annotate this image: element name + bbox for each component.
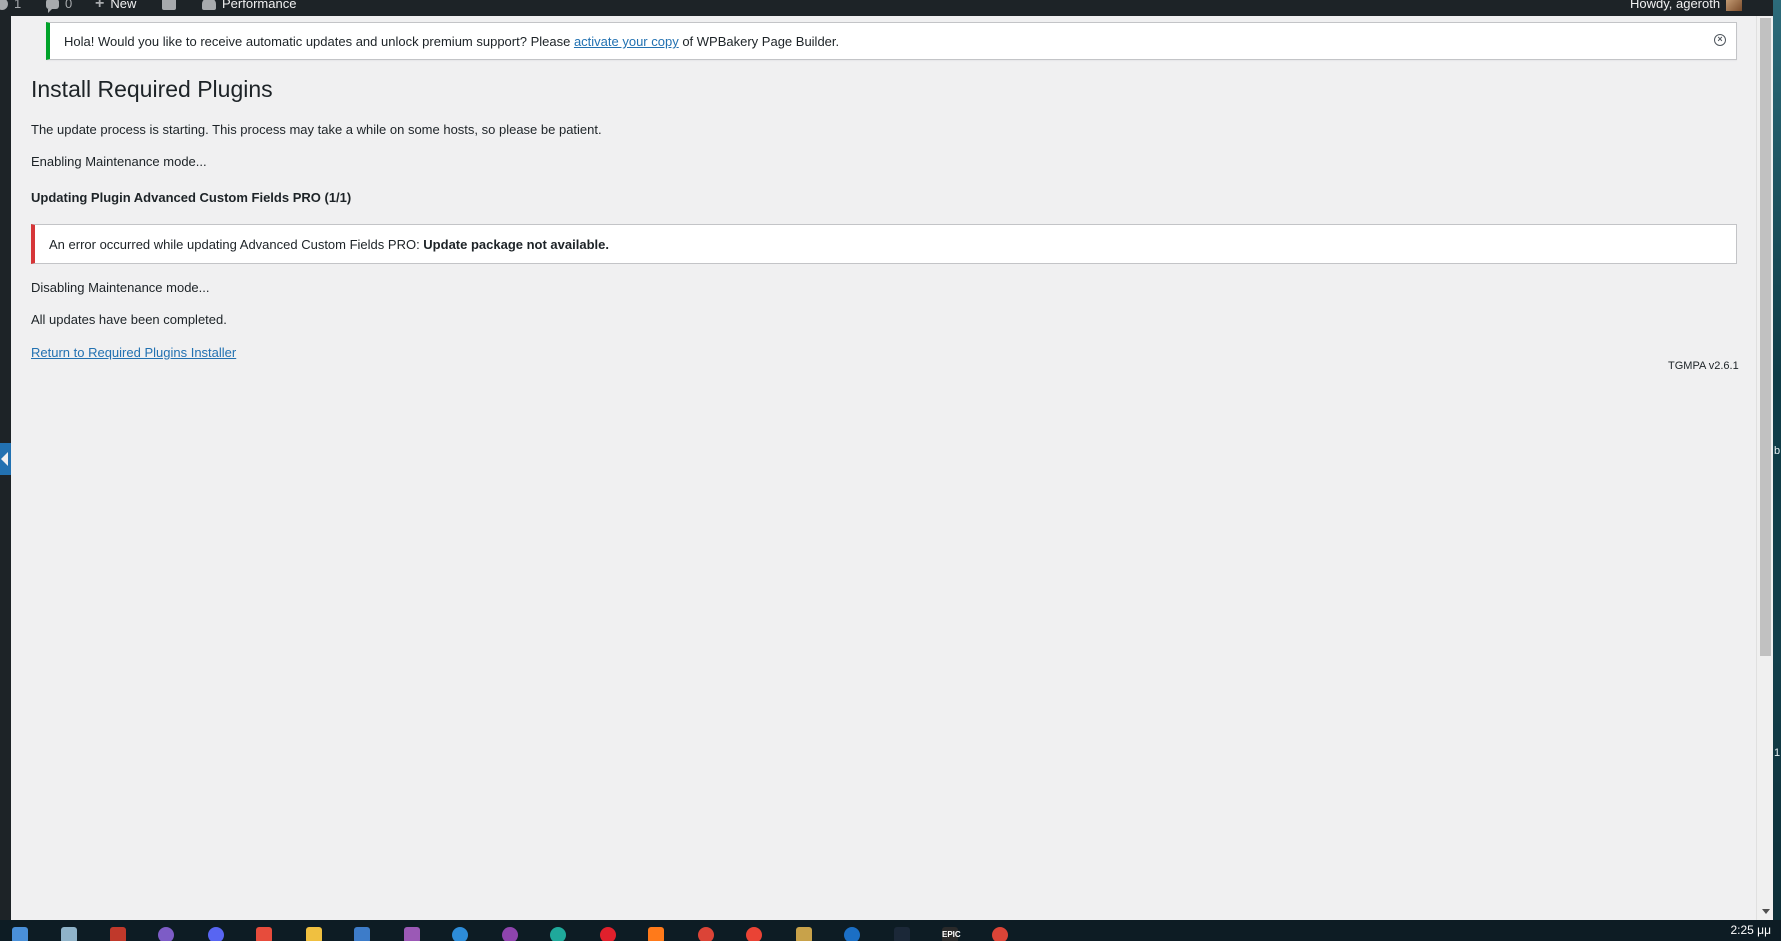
admin-bar-performance[interactable]: Performance — [202, 0, 296, 12]
podcast-icon[interactable] — [502, 927, 518, 941]
updates-count: 1 — [14, 0, 22, 11]
updates-icon — [0, 0, 8, 10]
performance-icon — [202, 0, 216, 10]
browser-window: 1 0 + New Performance Howdy, ageroth Hol… — [0, 0, 1773, 920]
network-icon[interactable] — [354, 927, 370, 941]
start-icon[interactable] — [12, 927, 28, 941]
admin-bar: 1 0 + New Performance Howdy, ageroth — [0, 0, 1773, 16]
edge-icon[interactable] — [550, 927, 566, 941]
desktop-background: b 1. — [1773, 0, 1781, 941]
admin-bar-comments[interactable]: 0 — [46, 0, 73, 13]
admin-bar-updates[interactable]: 1 — [0, 0, 21, 12]
tgmpa-version: TGMPA v2.6.1 — [1668, 360, 1739, 372]
notice-text-end: of WPBakery Page Builder. — [678, 34, 840, 49]
updating-heading: Updating Plugin Advanced Custom Fields P… — [31, 190, 352, 205]
discord-icon[interactable] — [208, 927, 224, 941]
chrome-icon[interactable] — [698, 927, 714, 941]
error-message: An error occurred while updating Advance… — [49, 237, 609, 252]
mail-icon[interactable] — [452, 927, 468, 941]
status-completed: All updates have been completed. — [31, 312, 227, 327]
yoast-icon — [162, 0, 176, 10]
chrome-2-icon[interactable] — [746, 927, 762, 941]
clock[interactable]: 2:25 μμ — [1730, 923, 1771, 937]
comments-count: 0 — [65, 0, 73, 11]
chrome-3-icon[interactable] — [992, 927, 1008, 941]
return-link[interactable]: Return to Required Plugins Installer — [31, 345, 236, 360]
scroll-down-icon[interactable] — [1762, 909, 1770, 914]
error-notice: An error occurred while updating Advance… — [31, 224, 1737, 264]
scrollbar-thumb[interactable] — [1760, 18, 1771, 656]
error-strong: Update package not available. — [423, 237, 609, 252]
firefox-icon[interactable] — [648, 927, 664, 941]
status-disabling: Disabling Maintenance mode... — [31, 280, 210, 295]
admin-bar-account[interactable]: Howdy, ageroth — [1630, 0, 1743, 12]
notice-message: Hola! Would you like to receive automati… — [64, 34, 839, 49]
comments-icon — [46, 0, 59, 13]
dismiss-icon[interactable]: × — [1714, 34, 1726, 46]
opera-icon[interactable] — [600, 927, 616, 941]
wpbakery-notice: Hola! Would you like to receive automati… — [46, 22, 1737, 60]
edge-2-icon[interactable] — [844, 927, 860, 941]
epic-icon[interactable]: EPIC — [942, 927, 961, 941]
status-enabling: Enabling Maintenance mode... — [31, 154, 207, 169]
admin-bar-new[interactable]: + New — [95, 0, 136, 12]
taskbar: EPIC 2:25 μμ — [0, 920, 1781, 941]
error-text: An error occurred while updating Advance… — [49, 237, 424, 252]
page-title: Install Required Plugins — [31, 76, 273, 102]
scrollbar[interactable] — [1756, 16, 1773, 920]
game-icon[interactable] — [796, 927, 812, 941]
tool-icon[interactable] — [110, 927, 126, 941]
app-red-icon[interactable] — [256, 927, 272, 941]
greeting: Howdy, ageroth — [1630, 0, 1721, 11]
desktop-fragment: 1. — [1774, 747, 1781, 759]
vs-icon[interactable] — [404, 927, 420, 941]
notice-text: Hola! Would you like to receive automati… — [64, 34, 574, 49]
steam-icon[interactable] — [894, 927, 910, 941]
new-label: New — [110, 0, 137, 11]
plus-icon: + — [95, 0, 105, 12]
return-paragraph: Return to Required Plugins Installer — [31, 345, 236, 360]
collapse-menu-icon[interactable] — [0, 443, 11, 475]
viber-icon[interactable] — [158, 927, 174, 941]
status-starting: The update process is starting. This pro… — [31, 122, 602, 137]
desktop-fragment: b — [1774, 445, 1781, 457]
avatar — [1726, 0, 1743, 11]
admin-bar-seo[interactable] — [162, 0, 176, 12]
performance-label: Performance — [222, 0, 297, 11]
activate-link[interactable]: activate your copy — [574, 34, 679, 49]
notes-icon[interactable] — [306, 927, 322, 941]
files-icon[interactable] — [61, 927, 77, 941]
